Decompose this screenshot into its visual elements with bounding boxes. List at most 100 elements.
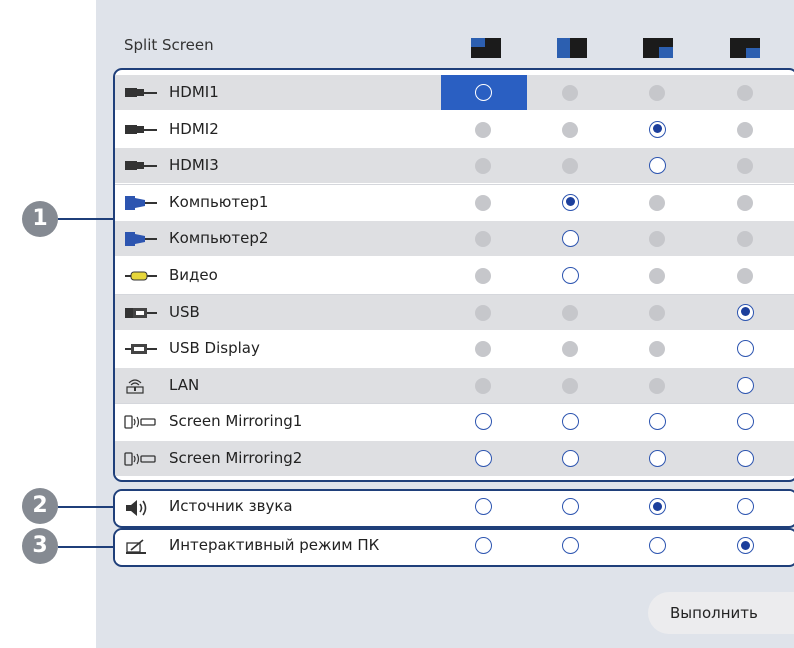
- radio-option-disabled: [649, 231, 665, 248]
- source-row: USB: [115, 294, 794, 330]
- radio-option[interactable]: [562, 537, 579, 554]
- radio-option-disabled: [737, 194, 753, 211]
- callout-3-leader: [58, 546, 114, 548]
- focused-cell[interactable]: [441, 75, 527, 110]
- usb-display-icon: [123, 341, 159, 357]
- radio-option-disabled: [737, 231, 753, 248]
- radio-option[interactable]: [475, 450, 492, 467]
- source-label: HDMI3: [169, 156, 219, 175]
- radio-option-disabled: [562, 304, 578, 321]
- radio-option[interactable]: [562, 267, 579, 284]
- interactive-mode-group: Интерактивный режим ПК: [113, 528, 794, 567]
- radio-option-disabled: [562, 341, 578, 358]
- execute-button[interactable]: Выполнить: [648, 592, 794, 634]
- radio-option-disabled: [737, 158, 753, 175]
- radio-option-disabled: [475, 194, 491, 211]
- source-label: Screen Mirroring2: [169, 449, 303, 467]
- source-row: Компьютер2: [115, 221, 794, 257]
- source-label: USB: [169, 302, 200, 321]
- radio-option-disabled: [649, 304, 665, 321]
- row-separator: [115, 403, 794, 405]
- source-row: Видео: [115, 258, 794, 293]
- screen-mirroring-icon: [123, 451, 159, 467]
- radio-option-selected[interactable]: [737, 303, 754, 321]
- source-row: LAN: [115, 367, 794, 403]
- computer-icon: [123, 231, 159, 247]
- screen-mirroring-icon: [123, 414, 159, 430]
- source-label: Компьютер1: [169, 192, 269, 211]
- source-row: Screen Mirroring2: [115, 441, 794, 476]
- radio-option[interactable]: [737, 498, 754, 515]
- hdmi-icon: [123, 85, 159, 101]
- source-label: LAN: [169, 375, 200, 394]
- row-separator: [115, 293, 794, 295]
- radio-option[interactable]: [737, 376, 754, 394]
- row-separator: [115, 183, 794, 185]
- source-row: Screen Mirroring1: [115, 404, 794, 440]
- audio-source-group: Источник звука: [113, 489, 794, 528]
- radio-option-disabled: [737, 85, 753, 101]
- source-label: Screen Mirroring1: [169, 412, 303, 431]
- radio-option[interactable]: [649, 413, 666, 431]
- radio-option-disabled: [649, 85, 665, 101]
- radio-option-selected[interactable]: [737, 537, 754, 554]
- radio-option-selected[interactable]: [562, 193, 579, 211]
- radio-option[interactable]: [737, 450, 754, 467]
- layout-left-icon[interactable]: [557, 38, 587, 58]
- radio-option-disabled: [475, 341, 491, 358]
- callout-1: 1: [22, 201, 58, 237]
- radio-option-disabled: [562, 158, 578, 175]
- radio-option-disabled: [649, 268, 665, 284]
- layout-bottom-right-icon[interactable]: [730, 38, 760, 58]
- audio-source-row: Источник звука: [115, 491, 794, 524]
- source-row: HDMI2: [115, 111, 794, 147]
- interactive-mode-row: Интерактивный режим ПК: [115, 530, 794, 563]
- radio-option-selected[interactable]: [649, 120, 666, 138]
- radio-option[interactable]: [562, 450, 579, 467]
- source-label: Видео: [169, 266, 218, 284]
- radio-option[interactable]: [737, 413, 754, 431]
- callout-2-leader: [58, 506, 114, 508]
- lan-icon: [123, 378, 159, 394]
- source-label: Интерактивный режим ПК: [169, 536, 380, 554]
- radio-option-disabled: [737, 121, 753, 138]
- source-row: Компьютер1: [115, 184, 794, 220]
- radio-option[interactable]: [562, 413, 579, 431]
- radio-option-disabled: [737, 268, 753, 284]
- radio-option[interactable]: [475, 84, 492, 101]
- sources-group: HDMI1 HDMI2 HDMI3 Компьютер1 Компьютер2 Видео…: [113, 68, 794, 482]
- radio-option[interactable]: [649, 537, 666, 554]
- video-icon: [123, 268, 159, 284]
- radio-option-disabled: [562, 377, 578, 394]
- radio-option-disabled: [562, 85, 578, 101]
- radio-option[interactable]: [649, 450, 666, 467]
- source-label: HDMI2: [169, 119, 219, 138]
- hdmi-icon: [123, 122, 159, 138]
- panel-title: Split Screen: [124, 36, 214, 54]
- hdmi-icon: [123, 158, 159, 174]
- radio-option[interactable]: [737, 340, 754, 358]
- layout-right-icon[interactable]: [643, 38, 673, 58]
- radio-option-disabled: [475, 231, 491, 248]
- radio-option-disabled: [475, 158, 491, 175]
- usb-icon: [123, 305, 159, 321]
- radio-option[interactable]: [562, 498, 579, 515]
- radio-option[interactable]: [649, 157, 666, 175]
- radio-option-disabled: [649, 341, 665, 358]
- radio-option[interactable]: [475, 537, 492, 554]
- callout-2: 2: [22, 488, 58, 524]
- source-row: USB Display: [115, 331, 794, 367]
- speaker-icon: [123, 499, 159, 516]
- radio-option-disabled: [649, 377, 665, 394]
- radio-option[interactable]: [475, 413, 492, 431]
- radio-option-selected[interactable]: [649, 498, 666, 515]
- source-label: Компьютер2: [169, 229, 269, 248]
- source-row: HDMI1: [115, 75, 794, 110]
- radio-option[interactable]: [562, 230, 579, 248]
- radio-option[interactable]: [475, 498, 492, 515]
- radio-option-disabled: [475, 268, 491, 284]
- source-label: Источник звука: [169, 497, 293, 515]
- layout-top-left-icon[interactable]: [471, 38, 501, 58]
- pen-icon: [123, 538, 159, 554]
- computer-icon: [123, 195, 159, 211]
